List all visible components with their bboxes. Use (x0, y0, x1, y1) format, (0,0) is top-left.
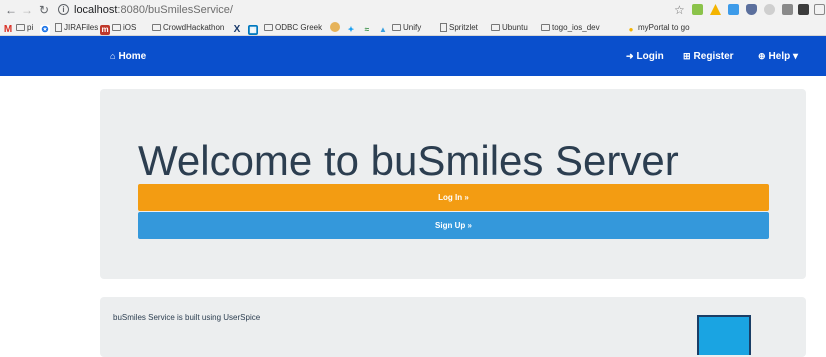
extension-icon[interactable] (798, 4, 809, 15)
address-row: ← → ↻ i localhost:8080/buSmilesService/ … (0, 0, 826, 20)
page-title: Welcome to buSmiles Server (138, 137, 679, 184)
help-icon: ⊕ (758, 51, 766, 61)
address-bar[interactable]: i localhost:8080/buSmilesService/ (54, 2, 666, 18)
bookmark-label: togo_ios_dev (552, 23, 600, 32)
folder-icon (491, 24, 500, 31)
bookmark-odbc-greek[interactable]: ODBC Greek (264, 21, 322, 35)
folder-icon (16, 24, 25, 31)
extension-icon[interactable] (764, 4, 775, 15)
extension-icon[interactable] (728, 4, 739, 15)
bookmark-trello[interactable]: ▦ (248, 21, 260, 35)
page-icon (440, 23, 447, 32)
menu-icon[interactable] (814, 4, 825, 15)
bookmark-label: iOS (123, 23, 137, 32)
bookmark-ubuntu[interactable]: Ubuntu (491, 21, 528, 35)
panel-text: buSmiles Service is built using UserSpic… (113, 313, 261, 322)
gmail-icon[interactable]: M (3, 21, 15, 35)
welcome-jumbotron: Welcome to buSmiles Server Log In » Sign… (100, 89, 806, 279)
bookmark-label: Spritzlet (449, 23, 478, 32)
bookmark-ios[interactable]: m iOS (100, 21, 136, 35)
extension-icon[interactable] (782, 4, 793, 15)
bookmark-unify[interactable]: Unify (392, 21, 421, 35)
bookmark-avatar[interactable] (330, 21, 342, 35)
nav-login-label: Login (636, 51, 664, 62)
bookmark-label: ODBC Greek (275, 23, 323, 32)
folder-icon (541, 24, 550, 31)
bookmark-star-icon[interactable]: ☆ (674, 3, 685, 17)
folder-icon (152, 24, 161, 31)
bookmark-x[interactable]: X (232, 21, 244, 35)
plus-square-icon: ⊞ (683, 51, 691, 61)
nav-home-link[interactable]: ⌂ Home (110, 48, 146, 64)
bookmark-label: Unify (403, 23, 422, 32)
nav-login-link[interactable]: ➜ Login (626, 48, 664, 64)
signup-button[interactable]: Sign Up » (138, 212, 769, 239)
home-icon: ⌂ (110, 51, 116, 61)
url-path: :8080/buSmilesService/ (117, 4, 233, 16)
nav-home-label: Home (118, 51, 147, 62)
top-navbar: ⌂ Home ➜ Login ⊞ Register ⊕ Help ▾ (0, 36, 826, 76)
url-text[interactable]: localhost:8080/buSmilesService/ (74, 3, 233, 17)
sign-in-icon: ➜ (626, 51, 634, 61)
info-panel: buSmiles Service is built using UserSpic… (100, 297, 806, 357)
pocket-icon[interactable] (746, 4, 757, 15)
bookmark-yammer[interactable]: ✪ (40, 21, 52, 35)
bookmark-label: myPortal to go (638, 23, 690, 32)
page-icon (55, 23, 62, 32)
bookmark-pi[interactable]: pi (16, 21, 33, 35)
drive-icon[interactable] (710, 4, 721, 15)
bookmark-jirafiles[interactable]: JIRAFiles (55, 21, 98, 35)
back-arrow-icon[interactable]: ← (4, 2, 18, 18)
monitor-image (697, 315, 751, 355)
bookmark-icon[interactable]: ▲ (378, 21, 390, 35)
url-host: localhost (74, 4, 118, 16)
bookmarks-bar: M pi ✪ JIRAFiles m iOS CrowdHackathon X ▦… (0, 20, 826, 36)
bookmark-togo-ios-dev[interactable]: togo_ios_dev (541, 21, 600, 35)
bookmark-label: pi (27, 23, 34, 32)
bookmark-myportal[interactable]: ● myPortal to go (626, 21, 690, 35)
bookmark-label: JIRAFiles (64, 23, 99, 32)
nav-help-label: Help ▾ (768, 51, 799, 62)
bookmark-icon[interactable]: ≈ (362, 21, 374, 35)
reload-icon[interactable]: ↻ (37, 2, 51, 18)
info-icon[interactable]: i (58, 4, 69, 15)
extension-icon[interactable] (692, 4, 703, 15)
nav-help-dropdown[interactable]: ⊕ Help ▾ (758, 48, 798, 64)
bookmark-spritzlet[interactable]: Spritzlet (440, 21, 478, 35)
login-button[interactable]: Log In » (138, 184, 769, 211)
folder-icon (392, 24, 401, 31)
browser-chrome: ← → ↻ i localhost:8080/buSmilesService/ … (0, 0, 826, 36)
twitter-icon[interactable]: ✦ (346, 21, 358, 35)
folder-icon (112, 24, 121, 31)
bookmark-label: Ubuntu (502, 23, 528, 32)
forward-arrow-icon[interactable]: → (20, 2, 34, 18)
bookmark-crowdhackathon[interactable]: CrowdHackathon (152, 21, 224, 35)
nav-register-label: Register (693, 51, 734, 62)
bookmark-label: CrowdHackathon (163, 23, 225, 32)
nav-register-link[interactable]: ⊞ Register (683, 48, 734, 64)
folder-icon (264, 24, 273, 31)
